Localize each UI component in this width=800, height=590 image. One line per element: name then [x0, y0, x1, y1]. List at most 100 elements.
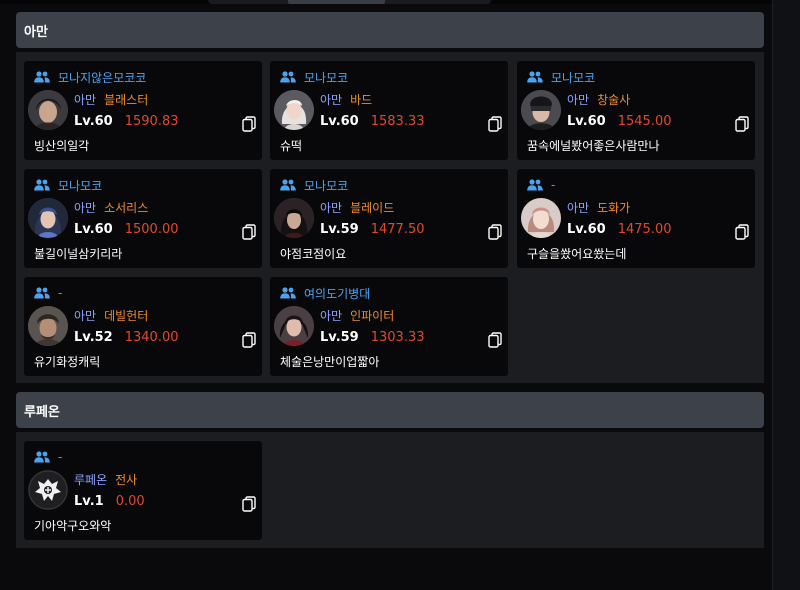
item-level: 1477.50 [370, 222, 425, 237]
item-level: 1590.83 [124, 114, 179, 129]
class-name: 데빌헌터 [104, 309, 149, 323]
guild-name: 모나모코 [304, 178, 349, 193]
copy-icon[interactable] [242, 496, 256, 512]
guild-name: - [58, 286, 63, 300]
character-card[interactable]: - 아만 데빌헌터 Lv.52 1340.00 유기화정캐릭 [24, 277, 262, 376]
guild-row: 모나모코 [280, 69, 348, 85]
users-icon [34, 451, 50, 463]
level-row: Lv.60 1500.00 [74, 222, 179, 237]
character-card[interactable]: - 루페온 전사 Lv.1 0.00 기아악구오와악 [24, 441, 262, 540]
server-panel-rupeon: - 루페온 전사 Lv.1 0.00 기아악구오와악 [16, 432, 764, 548]
item-level: 1545.00 [617, 114, 672, 129]
server-name: 아만 [320, 201, 343, 215]
level-row: Lv.1 0.00 [74, 494, 145, 509]
item-level: 1500.00 [124, 222, 179, 237]
guild-row: 모나모코 [34, 177, 102, 193]
guild-row: - [34, 285, 62, 301]
devilhunter-male-avatar [28, 306, 68, 346]
class-name: 블래스터 [104, 93, 149, 107]
character-card[interactable]: 모나모코 아만 블레이드 Lv.59 1477.50 야점코점이요 [270, 169, 508, 268]
guild-name: - [58, 450, 63, 464]
copy-icon[interactable] [242, 224, 256, 240]
users-icon [280, 179, 296, 191]
guild-name: 모나지않은모코코 [58, 70, 147, 85]
character-level: Lv.60 [567, 114, 606, 129]
female-white-hair-avatar [274, 90, 314, 130]
users-icon [280, 287, 296, 299]
guild-row: 모나지않은모코코 [34, 69, 146, 85]
copy-icon[interactable] [242, 332, 256, 348]
guild-name: - [551, 178, 556, 192]
character-list: 아만 모나지않은모코코 아만 블래스터 Lv.60 1590.83 빙산의일각 모나… [16, 0, 764, 590]
item-level: 1340.00 [124, 330, 179, 345]
server-header-rupeon: 루페온 [16, 392, 764, 428]
character-card[interactable]: 여의도기병대 아만 인파이터 Lv.59 1303.33 체술은낭만이업짧아 [270, 277, 508, 376]
server-name: 아만 [567, 201, 590, 215]
server-panel-aman: 모나지않은모코코 아만 블래스터 Lv.60 1590.83 빙산의일각 모나모코 … [16, 52, 764, 383]
item-level: 1583.33 [370, 114, 425, 129]
guild-name: 모나모코 [58, 178, 103, 193]
users-icon [34, 71, 50, 83]
server-title: 아만 [24, 24, 48, 40]
class-name: 바드 [350, 93, 373, 107]
copy-icon[interactable] [488, 332, 502, 348]
character-card[interactable]: 모나모코 아만 창술사 Lv.60 1545.00 꿈속에널봤어좋은사람만나 [517, 61, 755, 160]
character-name: 기아악구오와악 [34, 519, 112, 533]
male-dark-hair-avatar [28, 90, 68, 130]
copy-icon[interactable] [488, 116, 502, 132]
class-row: 아만 도화가 [567, 199, 630, 216]
server-name: 아만 [74, 93, 97, 107]
level-row: Lv.60 1475.00 [567, 222, 672, 237]
character-level: Lv.60 [567, 222, 606, 237]
server-title: 루페온 [24, 404, 60, 420]
character-name: 슈떡 [280, 139, 303, 153]
class-name: 인파이터 [350, 309, 395, 323]
sorceress-blue-avatar [28, 198, 68, 238]
copy-icon[interactable] [735, 116, 749, 132]
guild-row: 여의도기병대 [280, 285, 370, 301]
server-name: 아만 [320, 93, 343, 107]
copy-icon[interactable] [242, 116, 256, 132]
guild-row: - [527, 177, 555, 193]
server-name: 아만 [320, 309, 343, 323]
character-level: Lv.60 [320, 114, 359, 129]
class-row: 아만 창술사 [567, 91, 630, 108]
artist-pink-avatar [521, 198, 561, 238]
class-row: 아만 바드 [320, 91, 372, 108]
level-row: Lv.60 1545.00 [567, 114, 672, 129]
character-name: 야점코점이요 [280, 247, 347, 261]
class-row: 아만 블래스터 [74, 91, 148, 108]
class-name: 전사 [115, 473, 138, 487]
character-card[interactable]: 모나모코 아만 소서리스 Lv.60 1500.00 불길이널삼키리라 [24, 169, 262, 268]
users-icon [527, 179, 543, 191]
server-name: 루페온 [74, 473, 108, 487]
server-name: 아만 [74, 309, 97, 323]
class-name: 소서리스 [104, 201, 149, 215]
copy-icon[interactable] [488, 224, 502, 240]
guild-name: 모나모코 [551, 70, 596, 85]
copy-icon[interactable] [735, 224, 749, 240]
guild-name: 여의도기병대 [304, 286, 371, 301]
class-row: 루페온 전사 [74, 471, 137, 488]
character-card[interactable]: - 아만 도화가 Lv.60 1475.00 구슬을쐈어요쐈는데 [517, 169, 755, 268]
blade-hood-avatar [274, 198, 314, 238]
level-row: Lv.59 1477.50 [320, 222, 425, 237]
class-row: 아만 블레이드 [320, 199, 394, 216]
server-header-aman: 아만 [16, 12, 764, 48]
level-row: Lv.52 1340.00 [74, 330, 179, 345]
warrior-emblem-avatar [28, 470, 68, 510]
character-card[interactable]: 모나모코 아만 바드 Lv.60 1583.33 슈떡 [270, 61, 508, 160]
character-level: Lv.59 [320, 222, 359, 237]
users-icon [280, 71, 296, 83]
character-level: Lv.52 [74, 330, 113, 345]
character-name: 빙산의일각 [34, 139, 90, 153]
character-level: Lv.60 [74, 222, 113, 237]
character-card[interactable]: 모나지않은모코코 아만 블래스터 Lv.60 1590.83 빙산의일각 [24, 61, 262, 160]
guild-row: - [34, 449, 62, 465]
class-row: 아만 데빌헌터 [74, 307, 148, 324]
class-name: 블레이드 [350, 201, 395, 215]
lancer-mask-avatar [521, 90, 561, 130]
class-name: 도화가 [597, 201, 631, 215]
server-name: 아만 [74, 201, 97, 215]
level-row: Lv.60 1583.33 [320, 114, 425, 129]
